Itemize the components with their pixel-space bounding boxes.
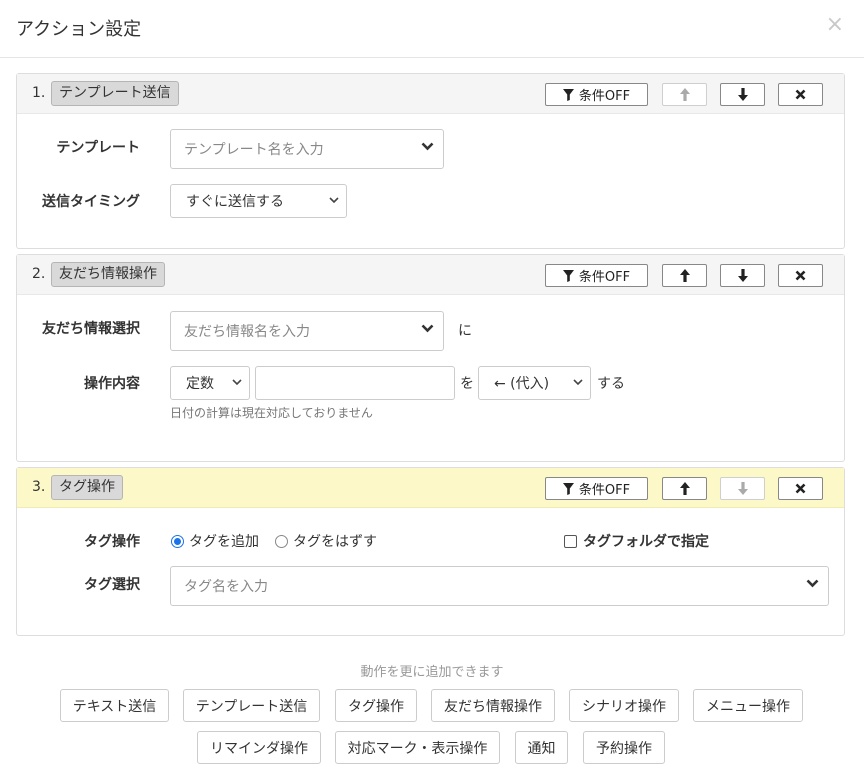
add-template-send-button[interactable]: テンプレート送信 xyxy=(183,689,320,722)
timing-select[interactable]: すぐに送信する xyxy=(170,184,347,218)
arrow-down-icon xyxy=(737,88,748,101)
friend-info-select-placeholder: 友だち情報名を入力 xyxy=(184,324,310,340)
condition-toggle-button[interactable]: 条件OFF xyxy=(545,264,648,287)
chevron-down-icon xyxy=(232,379,242,386)
chevron-down-icon xyxy=(421,142,434,151)
condition-toggle-label: 条件OFF xyxy=(578,270,631,285)
move-down-button[interactable] xyxy=(720,477,765,500)
chevron-down-icon xyxy=(806,579,819,588)
chevron-down-icon xyxy=(421,324,434,333)
chevron-down-icon xyxy=(573,379,583,386)
close-icon[interactable]: × xyxy=(826,14,844,36)
arrow-up-icon xyxy=(679,269,690,282)
action-panel-1: 1. テンプレート送信 条件OFF テンプレート テンプレート名を入力 送信タイ… xyxy=(16,73,845,249)
particle-text: を xyxy=(460,376,474,392)
action-panel-2-header: 2. 友だち情報操作 条件OFF xyxy=(17,255,844,295)
close-icon xyxy=(795,483,806,494)
condition-toggle-button[interactable]: 条件OFF xyxy=(545,83,648,106)
arrow-up-icon xyxy=(679,482,690,495)
add-actions-hint: 動作を更に追加できます xyxy=(360,665,504,680)
condition-toggle-button[interactable]: 条件OFF xyxy=(545,477,648,500)
close-icon xyxy=(795,89,806,100)
tag-folder-checkbox[interactable] xyxy=(564,535,577,548)
dialog-title: アクション設定 xyxy=(16,18,142,40)
radio-add-tag-label[interactable]: タグを追加 xyxy=(189,531,259,551)
move-down-button[interactable] xyxy=(720,83,765,106)
action-panel-2: 2. 友だち情報操作 条件OFF 友だち情報選択 友だち情報名を入力 に 操作内… xyxy=(16,254,845,462)
step-number: 1. xyxy=(32,85,46,101)
move-up-button[interactable] xyxy=(662,264,707,287)
delete-action-button[interactable] xyxy=(778,83,823,106)
template-select-placeholder: テンプレート名を入力 xyxy=(184,142,324,158)
operation-label: 操作内容 xyxy=(84,376,140,392)
tag-select-placeholder: タグ名を入力 xyxy=(184,579,268,595)
tag-folder-checkbox-label[interactable]: タグフォルダで指定 xyxy=(583,531,709,551)
add-friend-info-operation-button[interactable]: 友だち情報操作 xyxy=(431,689,555,722)
step-type-label: 友だち情報操作 xyxy=(51,262,165,287)
add-notification-button[interactable]: 通知 xyxy=(515,731,568,764)
move-down-button[interactable] xyxy=(720,264,765,287)
value-type-select[interactable]: 定数 xyxy=(170,366,250,400)
delete-action-button[interactable] xyxy=(778,264,823,287)
add-tag-operation-button[interactable]: タグ操作 xyxy=(335,689,417,722)
radio-add-tag[interactable] xyxy=(171,535,184,548)
timing-label: 送信タイミング xyxy=(42,194,140,210)
arrow-down-icon xyxy=(737,482,748,495)
select-suffix-text: に xyxy=(458,323,472,339)
filter-icon xyxy=(562,482,574,495)
move-up-button[interactable] xyxy=(662,83,707,106)
friend-info-select[interactable]: 友だち情報名を入力 xyxy=(170,311,444,351)
tag-select-label: タグ選択 xyxy=(84,577,140,593)
action-panel-3: 3. タグ操作 条件OFF タグ操作 タグを追加 タグをはずす タグフォルダで指… xyxy=(16,467,845,636)
radio-remove-tag-label[interactable]: タグをはずす xyxy=(293,531,377,551)
tag-operation-label: タグ操作 xyxy=(84,534,140,550)
operation-type-select[interactable]: ← (代入) xyxy=(478,366,591,400)
action-panel-3-header: 3. タグ操作 条件OFF xyxy=(17,468,844,508)
tag-select[interactable]: タグ名を入力 xyxy=(170,566,829,606)
add-reminder-operation-button[interactable]: リマインダ操作 xyxy=(197,731,321,764)
value-type-value: 定数 xyxy=(186,376,214,392)
action-panel-1-header: 1. テンプレート送信 条件OFF xyxy=(17,74,844,114)
add-reservation-operation-button[interactable]: 予約操作 xyxy=(583,731,665,764)
template-select[interactable]: テンプレート名を入力 xyxy=(170,129,444,169)
action-settings-dialog: アクション設定 × 1. テンプレート送信 条件OFF テンプレート テンプレー… xyxy=(0,0,864,771)
step-number: 3. xyxy=(32,479,46,495)
add-text-send-button[interactable]: テキスト送信 xyxy=(60,689,169,722)
delete-action-button[interactable] xyxy=(778,477,823,500)
arrow-down-icon xyxy=(737,269,748,282)
condition-toggle-label: 条件OFF xyxy=(578,483,631,498)
date-calc-note: 日付の計算は現在対応しておりません xyxy=(170,406,373,420)
operation-value-input[interactable] xyxy=(255,366,455,400)
step-type-label: タグ操作 xyxy=(51,475,123,500)
arrow-up-icon xyxy=(679,88,690,101)
close-icon xyxy=(795,270,806,281)
step-type-label: テンプレート送信 xyxy=(51,81,179,106)
filter-icon xyxy=(562,88,574,101)
step-number: 2. xyxy=(32,266,46,282)
add-menu-operation-button[interactable]: メニュー操作 xyxy=(693,689,803,722)
chevron-down-icon xyxy=(329,197,339,204)
add-scenario-operation-button[interactable]: シナリオ操作 xyxy=(569,689,679,722)
template-label: テンプレート xyxy=(56,140,140,156)
dialog-header: アクション設定 × xyxy=(0,0,864,58)
add-mark-display-operation-button[interactable]: 対応マーク・表示操作 xyxy=(335,731,500,764)
operation-suffix-text: する xyxy=(597,376,625,392)
condition-toggle-label: 条件OFF xyxy=(578,89,631,104)
operation-type-value: ← (代入) xyxy=(494,376,550,392)
friend-info-select-label: 友だち情報選択 xyxy=(42,321,140,337)
filter-icon xyxy=(562,269,574,282)
move-up-button[interactable] xyxy=(662,477,707,500)
timing-select-value: すぐに送信する xyxy=(186,194,284,210)
radio-remove-tag[interactable] xyxy=(275,535,288,548)
